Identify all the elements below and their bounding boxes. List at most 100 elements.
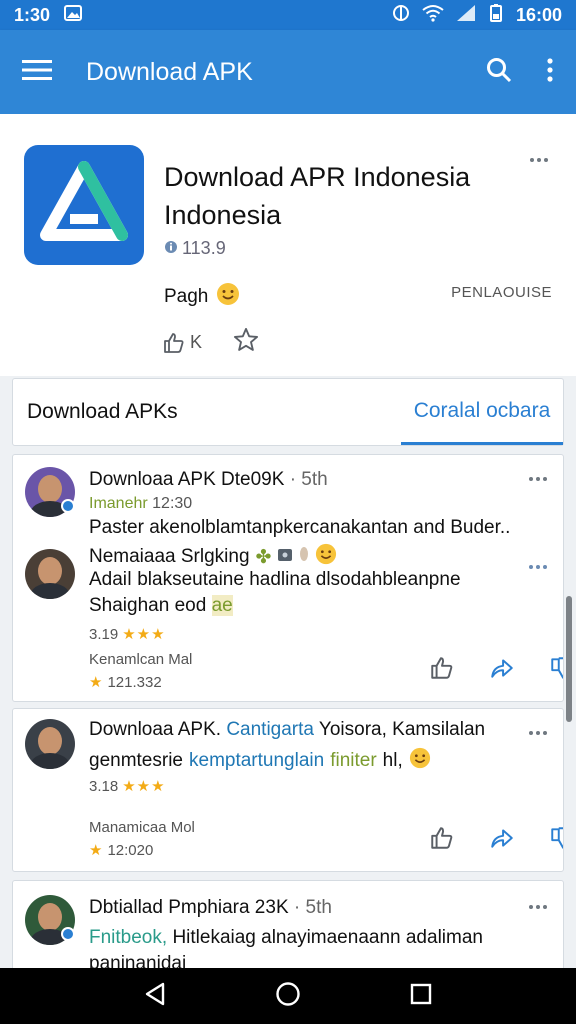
avatar[interactable]	[25, 549, 75, 599]
more-vert-icon[interactable]	[546, 57, 554, 88]
thumbs-down-icon[interactable]	[549, 825, 563, 856]
post-body-accent: kemptartunglain	[189, 750, 325, 771]
media-icon	[277, 546, 293, 568]
verified-badge-icon	[61, 927, 75, 941]
post-title: Downloaa APK Dte09K · 5th	[89, 469, 328, 491]
tab-secondary[interactable]: Coralal ocbara	[401, 379, 563, 445]
back-icon[interactable]	[144, 982, 166, 1011]
app-header: Download APR Indonesia Indonesia 113.9 P…	[0, 114, 576, 376]
share-icon[interactable]	[489, 655, 515, 686]
app-bar: Download APK	[0, 30, 576, 114]
shape-icon	[299, 546, 309, 568]
post-title-accent: Cantigarta	[226, 719, 314, 740]
post-body-accent: ae	[211, 595, 233, 616]
header-actions: K	[162, 326, 260, 359]
header-more-icon[interactable]	[530, 158, 552, 162]
star-icon: ★	[89, 842, 104, 859]
status-time-right: 16:00	[515, 4, 562, 25]
app-meta-value: 113.9	[182, 238, 226, 258]
feed-card: Dbtiallad Pmphiara 23K · 5th Fnitbeok, H…	[12, 880, 564, 980]
app-title: Download APR Indonesia Indonesia	[164, 162, 471, 230]
post-rating: 3.18 ★★★	[89, 777, 166, 796]
thumbs-up-icon[interactable]	[429, 655, 455, 686]
thumbs-up-icon	[164, 332, 184, 353]
app-tag: PENLAOUISE	[451, 284, 552, 301]
rating-value: 3.19	[89, 625, 119, 643]
app-logo-icon	[24, 145, 144, 265]
thumbs-up-icon[interactable]	[429, 825, 455, 856]
avatar[interactable]	[25, 719, 75, 769]
post-title-rest: Yoisora, Kamsilalan	[318, 719, 486, 740]
post-title-text: Dbtiallad Pmphiara 23K	[89, 897, 289, 918]
post-actions	[429, 655, 563, 686]
post-title-text: Downloaa APK Dte09K	[89, 469, 285, 490]
post-body-text: genmtesrie	[89, 750, 183, 771]
post-count: 12:020	[107, 841, 154, 859]
wifi-icon	[422, 4, 444, 27]
post-body-rest: hl,	[382, 750, 403, 771]
smile-emoji-icon	[409, 747, 431, 775]
system-nav-bar	[0, 968, 576, 1024]
rating-stars-icon: ★★★	[122, 626, 166, 643]
app-page: Pagh	[164, 282, 240, 312]
post-subline: Imanehr 12:30	[89, 495, 192, 513]
post-more-icon[interactable]	[529, 731, 551, 735]
post-body: Adaiǀ blakseutaine hadlina dlsodahbleanp…	[89, 569, 461, 590]
post-time: · 5th	[289, 469, 328, 490]
menu-icon[interactable]	[22, 58, 52, 87]
app-page-label: Pagh	[164, 286, 209, 307]
star-icon[interactable]	[232, 326, 260, 359]
post-actions	[429, 825, 563, 856]
post-sub-accent: Imanehr	[89, 495, 148, 512]
post-title: Nemaiaaa Srlgking ✤	[89, 543, 337, 571]
star-icon: ★	[89, 674, 104, 691]
post-title-text: Downloaa APK.	[89, 719, 222, 740]
post-author-line: Kenamlcan Mal	[89, 651, 193, 668]
battery-icon	[488, 3, 504, 27]
post-title: Dbtiallad Pmphiara 23K · 5th	[89, 897, 332, 919]
post-more-icon[interactable]	[529, 565, 551, 569]
post-body-line2: Shaighan eod ae	[89, 595, 233, 617]
recents-icon[interactable]	[410, 983, 432, 1010]
post-body: Fnitbeok, Hitlekaiag alnayimaenaann adal…	[89, 927, 483, 949]
like-button[interactable]: K	[162, 331, 202, 355]
rating-stars-icon: ★★★	[122, 778, 166, 795]
post-body-text: Shaighan eod	[89, 595, 207, 616]
rating-value: 3.18	[89, 777, 119, 795]
post-body: genmtesrie kemptartunglain finiter hl,	[89, 747, 431, 775]
tab-bar: Download APKs Coralal ocbara	[12, 378, 564, 446]
data-saver-icon	[392, 4, 410, 27]
smile-emoji-icon	[216, 282, 240, 312]
smile-emoji-icon	[315, 543, 337, 571]
status-bar: 1:30 16:00	[0, 0, 576, 30]
app-meta: 113.9	[164, 238, 226, 259]
signal-icon	[456, 4, 476, 27]
post-rating: 3.19 ★★★	[89, 625, 166, 644]
feed-card: Downloaa APK. Cantigarta Yoisora, Kamsil…	[12, 708, 564, 872]
status-time-left: 1:30	[14, 4, 51, 25]
post-body-text: Hitlekaiag alnayimaenaann adaliman	[172, 927, 483, 948]
post-time: · 5th	[293, 897, 332, 918]
tab-download-apks[interactable]: Download APKs	[13, 379, 401, 445]
app-bar-title: Download APK	[86, 57, 253, 86]
verified-badge-icon	[61, 499, 75, 513]
home-icon[interactable]	[275, 981, 301, 1012]
post-body-green: finiter	[330, 750, 377, 771]
search-icon[interactable]	[486, 57, 512, 88]
post-count: 121.332	[107, 673, 162, 691]
post-sub-time: 12:30	[152, 495, 193, 512]
share-icon[interactable]	[489, 825, 515, 856]
post-body: Paster akenolblamtanpkercanakantan and B…	[89, 517, 511, 538]
post-title-text: Nemaiaaa Srlgking	[89, 546, 250, 567]
post-more-icon[interactable]	[529, 905, 551, 909]
clover-icon: ✤	[255, 546, 272, 568]
like-label: K	[190, 332, 203, 352]
thumbs-down-icon[interactable]	[549, 655, 563, 686]
scrollbar[interactable]	[566, 596, 572, 722]
post-title: Downloaa APK. Cantigarta Yoisora, Kamsil…	[89, 719, 485, 741]
post-body-accent: Fnitbeok,	[89, 927, 168, 948]
post-count-line: ★ 121.332	[89, 673, 162, 692]
gallery-icon	[64, 4, 83, 26]
post-more-icon[interactable]	[529, 477, 551, 481]
post-count-line: ★ 12:020	[89, 841, 154, 860]
